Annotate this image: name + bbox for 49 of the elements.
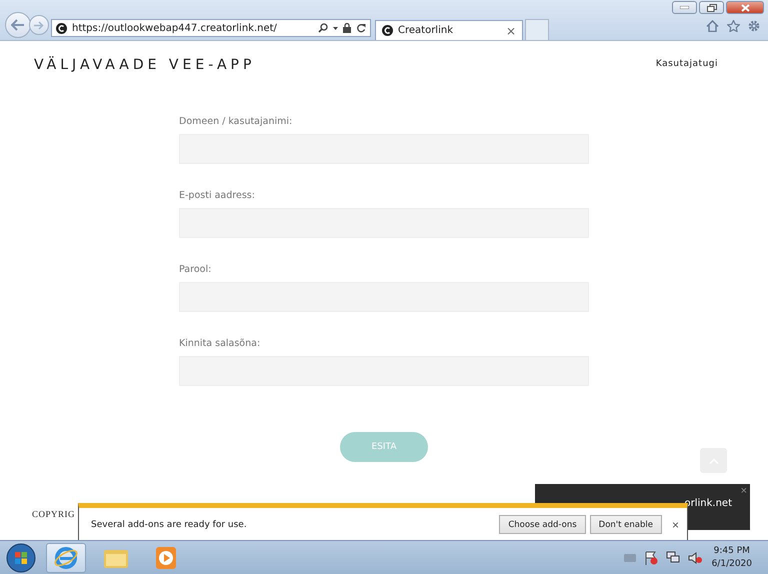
muted-speaker-icon[interactable] (688, 552, 702, 564)
site-title: VÄLJAVAADE VEE-APP (34, 57, 256, 73)
lock-icon[interactable] (343, 23, 351, 33)
forward-button[interactable] (29, 15, 49, 35)
notification-message: Several add-ons are ready for use. (91, 520, 248, 530)
toast-text: orlink.net (684, 498, 732, 509)
support-link[interactable]: Kasutajatugi (656, 59, 718, 69)
browser-taskbar-button[interactable] (46, 542, 86, 572)
search-icon[interactable] (318, 23, 328, 33)
tab-title: Creatorlink (398, 25, 454, 36)
field-label: Domeen / kasutajanimi: (179, 116, 294, 127)
tab-close-button[interactable]: × (506, 24, 516, 38)
field-label: Kinnita salasõna: (179, 338, 262, 349)
back-button[interactable] (5, 12, 31, 38)
clock[interactable]: 9:45 PM 6/1/2020 (712, 544, 752, 570)
field-label: E-posti aadress: (179, 190, 256, 201)
refresh-icon[interactable] (356, 23, 366, 33)
copyright-text: COPYRIG (32, 509, 76, 519)
browser-tab[interactable]: Creatorlink × (375, 20, 523, 40)
url-text: https://outlookwebap447.creatorlink.net/ (72, 22, 278, 34)
notification-close-button[interactable]: × (672, 518, 679, 532)
folder-icon (104, 548, 128, 568)
clock-time: 9:45 PM (714, 544, 750, 558)
address-bar[interactable]: https://outlookwebap447.creatorlink.net/ (51, 19, 371, 37)
flag-alert-icon[interactable] (644, 550, 658, 564)
field-label: Parool: (179, 264, 212, 275)
site-logo-icon (56, 22, 67, 34)
clock-date: 6/1/2020 (712, 558, 752, 570)
restore-button[interactable] (699, 1, 724, 14)
forward-arrow-icon (34, 20, 44, 30)
browser-e-icon (54, 546, 78, 570)
site-logo-icon (382, 25, 393, 36)
choose-addons-button[interactable]: Choose add-ons (499, 515, 586, 534)
dropdown-icon[interactable] (333, 26, 338, 30)
toast-close-button[interactable]: × (740, 485, 747, 497)
home-icon[interactable] (706, 20, 719, 32)
start-button[interactable] (6, 542, 36, 572)
star-icon[interactable] (727, 20, 740, 32)
restore-icon (706, 4, 716, 12)
close-icon (740, 4, 750, 12)
minimize-icon (680, 6, 689, 9)
new-tab-button[interactable] (525, 19, 549, 40)
close-button[interactable] (726, 1, 764, 14)
network-icon[interactable] (666, 551, 680, 564)
back-arrow-icon (11, 19, 25, 31)
dont-enable-button[interactable]: Don't enable (590, 515, 662, 534)
settings-icon[interactable] (748, 20, 760, 32)
play-icon (156, 546, 176, 568)
minimize-button[interactable] (672, 1, 697, 14)
